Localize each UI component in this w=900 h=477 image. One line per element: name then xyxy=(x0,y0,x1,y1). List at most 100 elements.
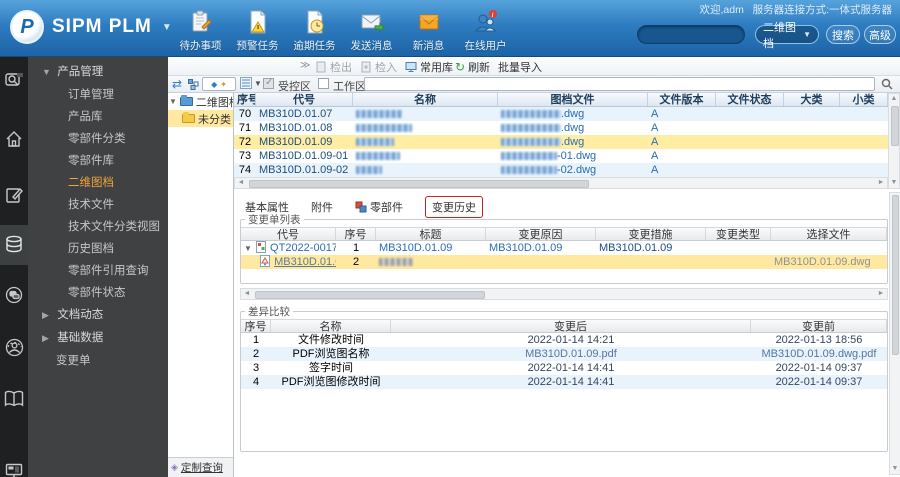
checkout-button[interactable]: 检出 xyxy=(315,59,352,74)
scroll-left-icon[interactable]: ◄ xyxy=(236,178,246,188)
table-row[interactable]: 73 MB310D.01.09-01 -01.dwg A xyxy=(234,149,888,163)
table-hscrollbar[interactable]: ◄ ► xyxy=(234,177,888,189)
scroll-up-icon[interactable]: ▲ xyxy=(889,94,899,104)
search-category-dropdown[interactable]: 二维图档 ▼ xyxy=(755,22,819,50)
common-library-button[interactable]: 常用库 xyxy=(405,59,453,74)
menu-item-tech-doc-class-view[interactable]: 技术文件分类视图 xyxy=(28,216,168,238)
controlled-area-checkbox[interactable] xyxy=(263,77,274,89)
change-item-row-selected[interactable]: MB310D.01.09 2 MB310D.01.09.dwg xyxy=(241,255,887,269)
scroll-left-icon[interactable]: ◄ xyxy=(242,289,252,299)
menu-item-tech-docs[interactable]: 技术文件 xyxy=(28,194,168,216)
col-name[interactable]: 名称 xyxy=(271,320,391,332)
col-file-status[interactable]: 文件状态 xyxy=(716,93,784,106)
level-stepper[interactable]: ◆ ✦ xyxy=(202,77,236,91)
menu-item-parts-status[interactable]: 零部件状态 xyxy=(28,282,168,304)
nav-send-message[interactable]: 发送消息 xyxy=(343,5,400,53)
refresh-button[interactable]: ↻ 刷新 xyxy=(455,59,490,74)
search-icon[interactable] xyxy=(881,78,893,90)
col-code[interactable]: 代号 xyxy=(256,93,353,106)
menu-section-product-mgmt[interactable]: ▼ 产品管理 xyxy=(28,57,168,84)
col-minor-class[interactable]: 小类 xyxy=(840,93,888,106)
tree-node-unclassified[interactable]: 未分类 xyxy=(168,110,233,127)
rail-monitor-icon[interactable] xyxy=(0,451,28,477)
diff-row[interactable]: 2 PDF浏览图名称 MB310D.01.09.pdf MB310D.01.09… xyxy=(241,347,887,361)
col-major-class[interactable]: 大类 xyxy=(784,93,840,106)
custom-query-link[interactable]: 定制查询 xyxy=(181,460,223,475)
change-order-row[interactable]: ▼ QT2022-0017 1 MB310D.01.09 MB310D.01.0… xyxy=(241,241,887,255)
advanced-search-button[interactable]: 高级 xyxy=(864,25,896,44)
app-logo[interactable]: P SIPM PLM ▼ xyxy=(10,10,172,44)
col-name[interactable]: 名称 xyxy=(353,93,498,106)
nav-new-message[interactable]: 新消息 xyxy=(400,5,457,53)
sync-icon[interactable]: ⇄ xyxy=(172,78,182,90)
scroll-right-icon[interactable]: ► xyxy=(876,178,886,188)
nav-warning-tasks[interactable]: 预警任务 xyxy=(229,5,286,53)
rail-chat-icon[interactable] xyxy=(0,275,28,315)
scroll-down-icon[interactable]: ▼ xyxy=(890,464,900,474)
workspace-checkbox[interactable] xyxy=(318,78,329,89)
nav-overdue-tasks[interactable]: 逾期任务 xyxy=(286,5,343,53)
col-after[interactable]: 变更后 xyxy=(391,320,751,332)
table-vscrollbar[interactable]: ▲ ▼ xyxy=(888,93,900,189)
menu-item-parts-ref-query[interactable]: 零部件引用查询 xyxy=(28,260,168,282)
col-title[interactable]: 标题 xyxy=(376,228,486,240)
col-code[interactable]: 代号 xyxy=(241,228,336,240)
menu-section-doc-activity[interactable]: ▶ 文档动态 xyxy=(28,304,168,327)
row-expanded-icon[interactable]: ▼ xyxy=(244,244,252,253)
tree-root-node[interactable]: ▼ 二维图档分 xyxy=(168,93,233,110)
rail-browse-icon[interactable] xyxy=(0,61,28,101)
rail-data-icon[interactable] xyxy=(0,225,28,265)
menu-item-product-lib[interactable]: 产品库 xyxy=(28,106,168,128)
diff-row[interactable]: 1 文件修改时间 2022-01-14 14:21 2022-01-13 18:… xyxy=(241,333,887,347)
tree-expanded-icon[interactable]: ▼ xyxy=(169,97,177,106)
scroll-right-icon[interactable]: ► xyxy=(876,289,886,299)
collapse-chevron-icon[interactable]: ≫ xyxy=(300,60,310,71)
table-row-selected[interactable]: 72 MB310D.01.09 .dwg A xyxy=(234,135,888,149)
rail-edit-icon[interactable] xyxy=(0,175,28,215)
table-row[interactable]: 74 MB310D.01.09-02 -02.dwg A xyxy=(234,163,888,177)
col-file-version[interactable]: 文件版本 xyxy=(648,93,716,106)
rail-home-icon[interactable] xyxy=(0,119,28,159)
vscroll-thumb[interactable] xyxy=(891,195,899,355)
menu-section-base-data[interactable]: ▶ 基础数据 xyxy=(28,327,168,350)
table-row[interactable]: 70 MB310D.01.07 .dwg A xyxy=(234,107,888,121)
menu-item-change-order[interactable]: 变更单 xyxy=(28,350,168,372)
nav-online-users[interactable]: i 在线用户 xyxy=(457,5,514,53)
tree-footer: ◈ 定制查询 xyxy=(168,457,234,477)
col-seq[interactable]: 序号 xyxy=(241,320,271,332)
menu-item-parts-class[interactable]: 零部件分类 xyxy=(28,128,168,150)
workspace-label: 工作区 xyxy=(333,81,366,93)
menu-item-order-mgmt[interactable]: 订单管理 xyxy=(28,84,168,106)
detail-vscrollbar[interactable]: ▼ xyxy=(889,192,900,475)
scroll-down-icon[interactable]: ▼ xyxy=(889,178,899,188)
hscroll-thumb[interactable] xyxy=(255,291,485,299)
col-before[interactable]: 变更前 xyxy=(751,320,887,332)
global-search-input[interactable] xyxy=(637,25,745,44)
batch-import-button[interactable]: 批量导入 xyxy=(498,59,542,74)
col-file[interactable]: 图档文件 xyxy=(498,93,648,106)
nav-todo[interactable]: 待办事项 xyxy=(172,5,229,53)
col-reason[interactable]: 变更原因 xyxy=(486,228,596,240)
col-select-file[interactable]: 选择文件 xyxy=(771,228,887,240)
col-measure[interactable]: 变更措施 xyxy=(596,228,706,240)
table-row[interactable]: 71 MB310D.01.08 .dwg A xyxy=(234,121,888,135)
rail-support-icon[interactable] xyxy=(0,327,28,367)
menu-item-2d-drawings[interactable]: 二维图档 xyxy=(28,172,168,194)
search-button[interactable]: 搜索 xyxy=(826,25,860,44)
menu-item-parts-lib[interactable]: 零部件库 xyxy=(28,150,168,172)
col-seq[interactable]: 序号 xyxy=(234,93,256,106)
vscroll-thumb[interactable] xyxy=(891,106,899,146)
change-list-hscrollbar[interactable]: ◄ ► xyxy=(240,288,888,300)
quick-filter-input[interactable] xyxy=(364,77,875,91)
col-seq[interactable]: 序号 xyxy=(336,228,376,240)
menu-item-history-drawings[interactable]: 历史图档 xyxy=(28,238,168,260)
diff-row[interactable]: 4 PDF浏览图修改时间 2022-01-14 14:41 2022-01-14… xyxy=(241,375,887,389)
tree-view-icon[interactable] xyxy=(188,79,199,90)
hscroll-thumb[interactable] xyxy=(249,180,589,188)
monitor-icon xyxy=(405,61,417,72)
diff-row[interactable]: 3 签字时间 2022-01-14 14:41 2022-01-14 09:37 xyxy=(241,361,887,375)
rail-library-icon[interactable] xyxy=(0,379,28,419)
checkin-button[interactable]: 检入 xyxy=(360,59,397,74)
view-mode-dropdown[interactable]: ▼ xyxy=(240,77,262,89)
col-type[interactable]: 变更类型 xyxy=(706,228,771,240)
